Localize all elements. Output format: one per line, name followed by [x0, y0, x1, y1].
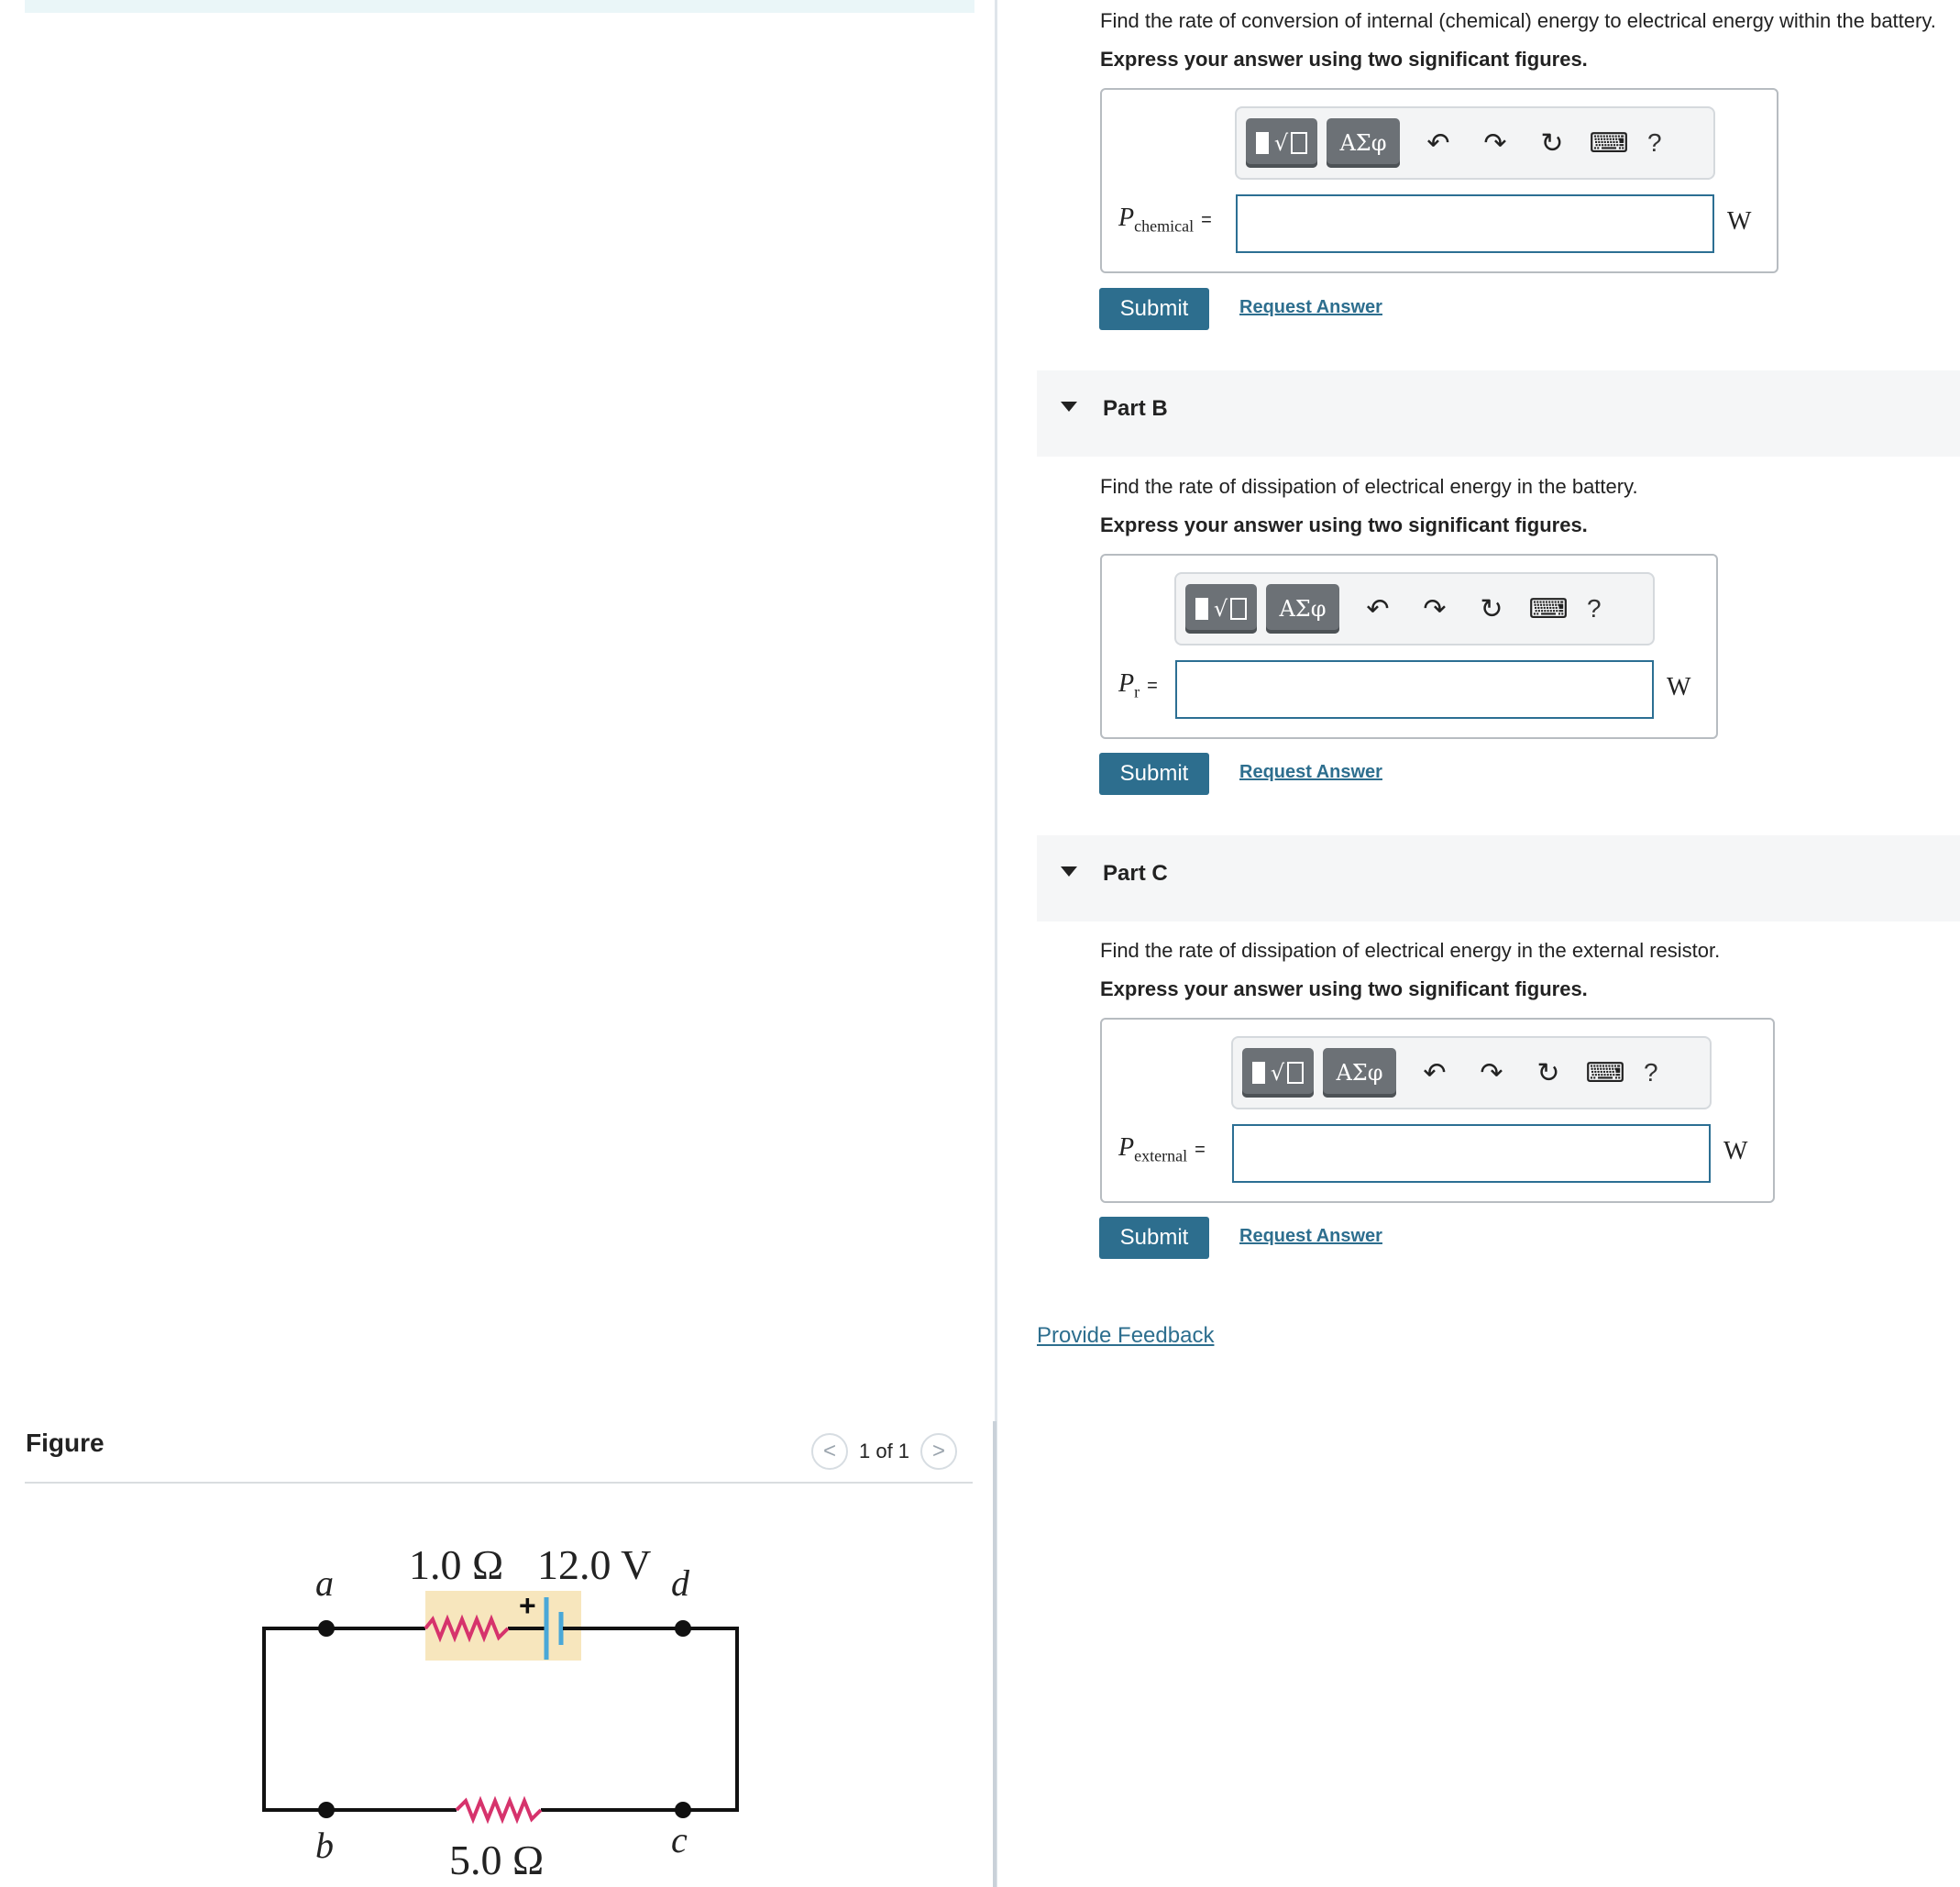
collapse-caret-icon[interactable]: [1061, 402, 1077, 412]
part-b-title: Part B: [1103, 396, 1168, 421]
node-d-dot: [675, 1620, 691, 1637]
figure-panel-top-bar: [25, 0, 974, 13]
node-b-dot: [318, 1802, 335, 1818]
figure-page-count: 1 of 1: [859, 1440, 910, 1462]
provide-feedback-link[interactable]: Provide Feedback: [1037, 1323, 1214, 1349]
internal-resistance-label: 1.0 Ω: [409, 1541, 503, 1588]
undo-icon[interactable]: ↶: [1420, 125, 1457, 161]
part-c-unit: W: [1723, 1137, 1748, 1165]
node-c-label: c: [671, 1819, 688, 1860]
templates-button[interactable]: √: [1246, 118, 1317, 168]
part-c-request-answer-link[interactable]: Request Answer: [1239, 1226, 1382, 1247]
node-a-dot: [318, 1620, 335, 1637]
part-b-variable-label: Pr =: [1118, 669, 1158, 702]
reset-icon[interactable]: ↻: [1473, 590, 1510, 627]
part-c-header[interactable]: Part C: [1037, 835, 1960, 921]
templates-button[interactable]: √: [1185, 584, 1257, 634]
part-a-submit-button[interactable]: Submit: [1099, 288, 1209, 330]
keyboard-icon[interactable]: ⌨: [1585, 1054, 1624, 1091]
part-b-answer-box: √ ΑΣφ ↶ ↷ ↻ ⌨ ? Pr = W: [1100, 554, 1718, 739]
part-a-math-toolbar: √ ΑΣφ ↶ ↷ ↻ ⌨ ?: [1235, 106, 1715, 180]
part-b-unit: W: [1667, 673, 1691, 701]
greek-symbols-button[interactable]: ΑΣφ: [1327, 118, 1400, 168]
redo-icon[interactable]: ↷: [1477, 125, 1514, 161]
reset-icon[interactable]: ↻: [1530, 1054, 1567, 1091]
part-c-question: Find the rate of dissipation of electric…: [1100, 939, 1721, 962]
var-main: P: [1118, 204, 1135, 232]
help-icon[interactable]: ?: [1647, 128, 1662, 158]
external-resistor: [455, 1795, 543, 1825]
part-a-request-answer-link[interactable]: Request Answer: [1239, 297, 1382, 318]
greek-symbols-button[interactable]: ΑΣφ: [1323, 1048, 1396, 1098]
equals-sign: =: [1201, 210, 1212, 230]
var-subscript: chemical: [1134, 216, 1195, 236]
sqrt-icon: √: [1273, 130, 1289, 156]
collapse-caret-icon[interactable]: [1061, 866, 1077, 877]
part-c-answer-input[interactable]: [1232, 1124, 1711, 1183]
part-b-header[interactable]: Part B: [1037, 370, 1960, 457]
part-c-instruction: Express your answer using two significan…: [1100, 977, 1588, 1000]
equals-sign: =: [1147, 676, 1158, 696]
part-a-answer-box: √ ΑΣφ ↶ ↷ ↻ ⌨ ? Pchemical = W: [1100, 88, 1778, 273]
part-b-submit-button[interactable]: Submit: [1099, 753, 1209, 795]
part-b-instruction: Express your answer using two significan…: [1100, 513, 1588, 536]
node-c-dot: [675, 1802, 691, 1818]
plus-sign: +: [519, 1589, 536, 1622]
external-resistance-label: 5.0 Ω: [449, 1837, 544, 1883]
keyboard-icon[interactable]: ⌨: [1589, 125, 1628, 161]
var-main: P: [1118, 1133, 1135, 1162]
greek-symbols-button[interactable]: ΑΣφ: [1266, 584, 1339, 634]
panel-divider-scrollbar[interactable]: [993, 1421, 997, 1887]
equals-sign: =: [1195, 1140, 1206, 1160]
part-a-unit: W: [1727, 207, 1752, 236]
node-a-label: a: [315, 1562, 334, 1604]
emf-label: 12.0 V: [537, 1541, 651, 1588]
part-c-title: Part C: [1103, 861, 1168, 886]
part-c-variable-label: Pexternal =: [1118, 1133, 1206, 1166]
node-d-label: d: [671, 1562, 690, 1604]
reset-icon[interactable]: ↻: [1534, 125, 1570, 161]
figure-pager: < 1 of 1 >: [811, 1432, 958, 1471]
part-c-submit-button[interactable]: Submit: [1099, 1217, 1209, 1259]
part-b-math-toolbar: √ ΑΣφ ↶ ↷ ↻ ⌨ ?: [1174, 572, 1655, 646]
figure-divider: [25, 1482, 973, 1484]
part-c-math-toolbar: √ ΑΣφ ↶ ↷ ↻ ⌨ ?: [1231, 1036, 1712, 1109]
undo-icon[interactable]: ↶: [1416, 1054, 1453, 1091]
help-icon[interactable]: ?: [1644, 1058, 1658, 1087]
node-b-label: b: [315, 1825, 334, 1866]
redo-icon[interactable]: ↷: [1473, 1054, 1510, 1091]
keyboard-icon[interactable]: ⌨: [1528, 590, 1568, 627]
var-subscript: external: [1134, 1146, 1188, 1165]
sqrt-icon: √: [1213, 596, 1228, 622]
redo-icon[interactable]: ↷: [1416, 590, 1453, 627]
part-b-request-answer-link[interactable]: Request Answer: [1239, 762, 1382, 783]
part-a-variable-label: Pchemical =: [1118, 204, 1212, 237]
part-b-answer-input[interactable]: [1175, 660, 1654, 719]
templates-button[interactable]: √: [1242, 1048, 1314, 1098]
next-figure-button[interactable]: >: [920, 1433, 958, 1470]
part-a-answer-input[interactable]: [1236, 194, 1714, 253]
part-a-question: Find the rate of conversion of internal …: [1100, 9, 1936, 32]
part-c-answer-box: √ ΑΣφ ↶ ↷ ↻ ⌨ ? Pexternal = W: [1100, 1018, 1775, 1203]
figure-title: Figure: [26, 1429, 105, 1457]
var-subscript: r: [1134, 682, 1140, 701]
circuit-diagram: + a d b c 1.0 Ω 12.0 V 5.0 Ω: [262, 1541, 739, 1883]
prev-figure-button[interactable]: <: [811, 1433, 848, 1470]
part-a-instruction: Express your answer using two significan…: [1100, 48, 1588, 71]
part-b-question: Find the rate of dissipation of electric…: [1100, 475, 1638, 498]
help-icon[interactable]: ?: [1587, 594, 1602, 623]
var-main: P: [1118, 669, 1135, 698]
undo-icon[interactable]: ↶: [1360, 590, 1396, 627]
sqrt-icon: √: [1270, 1060, 1285, 1086]
